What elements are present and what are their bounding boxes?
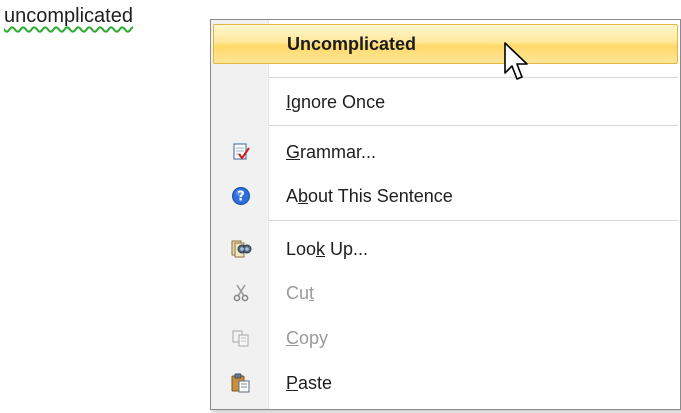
menu-separator [268, 125, 678, 127]
cut-label: Cut [286, 282, 315, 303]
menu-item-grammar[interactable]: Grammar... [213, 132, 678, 172]
menu-item-cut[interactable]: Cut [213, 273, 678, 313]
empty-icon-slot [213, 82, 268, 122]
help-icon: ? [231, 187, 250, 205]
menu-item-paste[interactable]: Paste [213, 363, 678, 403]
look-up-label: Look Up... [286, 238, 369, 259]
menu-item-copy[interactable]: Copy [213, 318, 678, 358]
menu-item-ignore-once[interactable]: Ignore Once [213, 82, 678, 122]
menu-item-look-up[interactable]: Look Up... [213, 229, 678, 269]
menu-separator [268, 77, 678, 79]
copy-icon [232, 330, 248, 347]
svg-text:?: ? [237, 190, 245, 205]
grammar-check-icon [232, 143, 250, 160]
stage: uncomplicated Uncomplicated Ignore Once [0, 0, 681, 413]
spelling-context-menu: Uncomplicated Ignore Once Grammar... ? A… [210, 19, 681, 410]
about-sentence-label: About This Sentence [286, 185, 453, 206]
copy-label: Copy [286, 327, 329, 348]
mouse-pointer-icon [504, 42, 528, 80]
misspelled-word[interactable]: uncomplicated [4, 5, 133, 28]
menu-item-suggestion[interactable]: Uncomplicated [213, 24, 678, 64]
paste-label: Paste [286, 372, 333, 393]
grammar-label: Grammar... [286, 141, 377, 162]
research-binoculars-icon [231, 240, 251, 258]
scissors-icon [233, 284, 248, 302]
empty-icon-slot [214, 25, 269, 63]
paste-icon [231, 373, 249, 393]
menu-separator [268, 220, 678, 222]
ignore-once-label: Ignore Once [286, 91, 386, 112]
suggestion-label: Uncomplicated [287, 33, 417, 54]
menu-item-about-this-sentence[interactable]: ? About This Sentence [213, 176, 678, 216]
